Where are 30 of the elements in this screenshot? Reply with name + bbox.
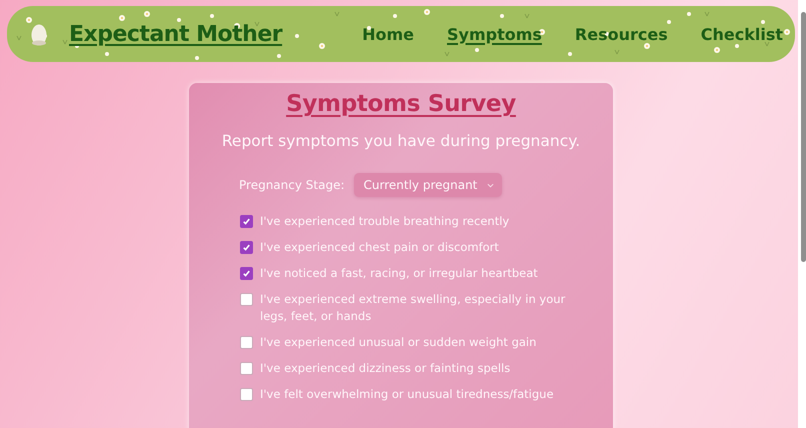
symptom-label: I've experienced trouble breathing recently: [260, 213, 510, 230]
stage-label: Pregnancy Stage:: [239, 178, 344, 192]
nav-link[interactable]: Symptoms: [447, 24, 542, 44]
check-icon: [242, 217, 251, 226]
nav-link[interactable]: Home: [362, 24, 414, 44]
symptom-checkbox[interactable]: [240, 293, 253, 306]
symptom-label: I've experienced extreme swelling, especially in your legs, feet, or hands: [260, 291, 566, 325]
check-icon: [242, 243, 251, 252]
symptom-checkbox[interactable]: [240, 267, 253, 280]
nav-link[interactable]: Resources: [574, 24, 668, 44]
scrollbar[interactable]: [798, 0, 806, 428]
egg-icon: [31, 22, 47, 46]
nav-link[interactable]: Checklist: [700, 24, 783, 44]
symptom-label: I've experienced unusual or sudden weight gain: [260, 334, 536, 351]
survey-title: Symptoms Survey: [286, 91, 516, 117]
scrollbar-thumb[interactable]: [801, 12, 806, 262]
survey-subtitle: Report symptoms you have during pregnancy.: [222, 132, 580, 150]
symptom-checkbox[interactable]: [240, 241, 253, 254]
chevron-down-icon: [486, 182, 494, 188]
symptom-label: I've experienced dizziness or fainting spells: [260, 360, 510, 377]
site-logo-link[interactable]: Expectant Mother: [69, 22, 282, 46]
symptom-checkbox[interactable]: [240, 362, 253, 375]
symptom-label: I've noticed a fast, racing, or irregular heartbeat: [260, 265, 538, 282]
check-icon: [242, 269, 251, 278]
symptom-label: I've experienced chest pain or discomfort: [260, 239, 499, 256]
stage-dropdown[interactable]: Currently pregnant: [354, 173, 502, 197]
symptom-label: I've felt overwhelming or unusual tiredness/fatigue: [260, 386, 554, 403]
symptom-checkbox[interactable]: [240, 336, 253, 349]
symptom-checkbox[interactable]: [240, 215, 253, 228]
symptom-checkbox[interactable]: [240, 388, 253, 401]
